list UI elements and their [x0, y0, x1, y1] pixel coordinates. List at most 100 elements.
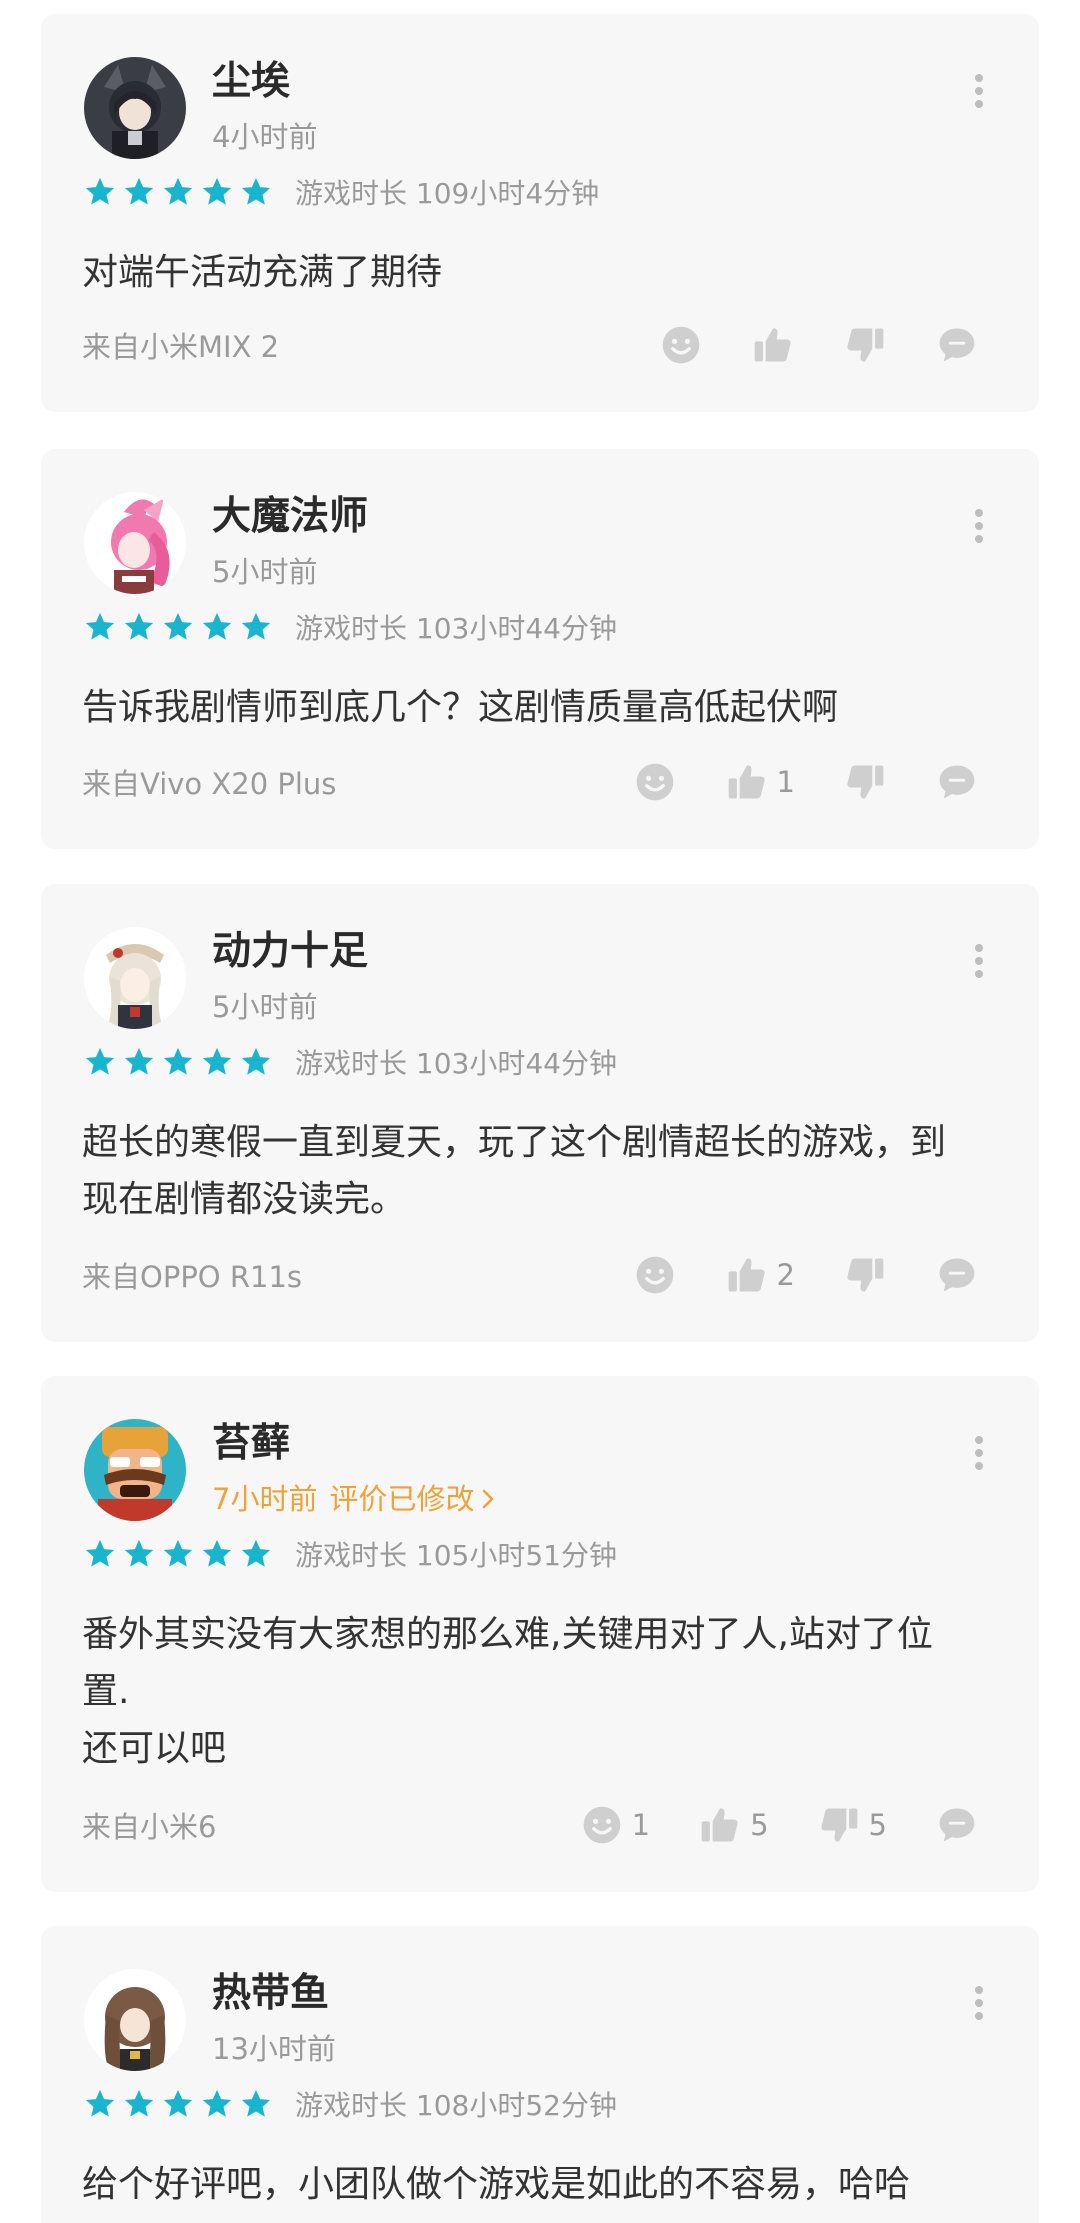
star-icon [124, 1539, 154, 1567]
rating-row: 游戏时长 103小时44分钟 [82, 1042, 617, 1082]
avatar[interactable] [84, 492, 186, 594]
star-icon [241, 177, 271, 205]
dislike-button[interactable] [843, 323, 887, 367]
smiley-face-icon [636, 1256, 673, 1294]
playtime: 游戏时长 109小时4分钟 [295, 177, 600, 210]
review-footer: 来自OPPO R11s 2 [82, 1250, 979, 1300]
username[interactable]: 动力十足 [212, 929, 368, 976]
like-button[interactable]: 1 [725, 760, 795, 804]
star-rating [82, 175, 277, 209]
like-button[interactable]: 5 [698, 1803, 769, 1847]
dislike-button[interactable]: 5 [817, 1803, 887, 1847]
thumbs-down-icon [820, 1808, 857, 1842]
review-text[interactable]: 超长的寒假一直到夏天，玩了这个剧情超长的游戏，到现在剧情都没读完。 [82, 1114, 979, 1228]
timestamp[interactable]: 7小时前 评价已修改 [212, 1482, 496, 1517]
star-icon [124, 1047, 154, 1075]
more-vertical-icon[interactable] [964, 936, 994, 986]
star-icon [85, 1047, 115, 1075]
review-card: 苔藓 7小时前 评价已修改 游戏时长 105小时51分钟 番外其实没有大家想的那… [41, 1376, 1039, 1892]
smiley-face-icon [636, 763, 673, 801]
more-vertical-icon[interactable] [964, 66, 994, 116]
review-footer: 来自小米MIX 2 [82, 320, 979, 370]
username[interactable]: 热带鱼 [212, 1971, 329, 2018]
thumbs-up-icon [701, 1808, 738, 1842]
funny-button[interactable] [633, 1253, 677, 1297]
review-text[interactable]: 告诉我剧情师到底几个？这剧情质量高低起伏啊 [82, 679, 979, 736]
star-icon [241, 1047, 271, 1075]
dislike-button[interactable] [843, 1253, 887, 1297]
star-icon [85, 612, 115, 640]
rating-row: 游戏时长 103小时44分钟 [82, 607, 617, 647]
star-icon [241, 1539, 271, 1567]
more-vertical-icon[interactable] [964, 1978, 994, 2028]
funny-button[interactable] [659, 323, 703, 367]
review-card: 尘埃 4小时前 游戏时长 109小时4分钟 对端午活动充满了期待 来自小米MIX… [41, 14, 1039, 412]
star-icon [163, 177, 193, 205]
reply-button[interactable] [935, 1253, 979, 1297]
edited-label: 评价已修改 [329, 1482, 475, 1516]
star-icon [124, 612, 154, 640]
time-text: 13小时前 [212, 2032, 336, 2066]
more-vertical-icon[interactable] [964, 1428, 994, 1478]
star-icon [124, 177, 154, 205]
reply-button[interactable] [935, 760, 979, 804]
review-actions: 2 [585, 1253, 979, 1297]
username[interactable]: 大魔法师 [212, 494, 368, 541]
chevron-right-icon [483, 1490, 494, 1509]
thumbs-down-icon [847, 765, 884, 799]
dislike-button[interactable] [843, 760, 887, 804]
star-icon [163, 1047, 193, 1075]
like-count: 2 [776, 1258, 795, 1292]
reply-button[interactable] [935, 1803, 979, 1847]
star-icon [202, 2089, 232, 2117]
star-rating [82, 1045, 277, 1079]
review-text[interactable]: 对端午活动充满了期待 [82, 244, 979, 301]
time-text: 5小时前 [212, 555, 318, 589]
comment-bubble-icon [939, 1258, 975, 1292]
star-icon [241, 612, 271, 640]
review-footer: 来自小米6 1 5 5 [82, 1800, 979, 1850]
review-footer: 来自Vivo X20 Plus 1 [82, 757, 979, 807]
thumbs-up-icon [728, 1258, 765, 1292]
comment-bubble-icon [939, 328, 975, 362]
avatar[interactable] [84, 927, 186, 1029]
timestamp: 4小时前 [212, 120, 317, 155]
playtime: 游戏时长 108小时52分钟 [295, 2089, 617, 2122]
username[interactable]: 尘埃 [212, 59, 290, 106]
timestamp: 5小时前 [212, 990, 317, 1025]
comment-bubble-icon [939, 765, 975, 799]
thumbs-up-icon [728, 765, 765, 799]
rating-row: 游戏时长 108小时52分钟 [82, 2084, 617, 2124]
playtime: 游戏时长 105小时51分钟 [295, 1539, 617, 1572]
like-button[interactable] [751, 323, 795, 367]
star-icon [202, 1047, 232, 1075]
avatar[interactable] [84, 57, 186, 159]
like-button[interactable]: 2 [725, 1253, 795, 1297]
dislike-count: 5 [868, 1808, 887, 1842]
smiley-face-icon [662, 326, 700, 364]
device-label: 来自小米MIX 2 [82, 330, 280, 364]
time-text: 5小时前 [212, 990, 318, 1024]
star-rating [82, 610, 277, 644]
comment-bubble-icon [939, 1808, 975, 1842]
rating-row: 游戏时长 109小时4分钟 [82, 172, 599, 212]
playtime: 游戏时长 103小时44分钟 [295, 1047, 617, 1080]
time-text: 4小时前 [212, 120, 318, 154]
more-vertical-icon[interactable] [964, 501, 994, 551]
time-text: 7小时前 [212, 1482, 318, 1516]
avatar[interactable] [84, 1419, 186, 1521]
username[interactable]: 苔藓 [212, 1421, 290, 1468]
avatar[interactable] [84, 1969, 186, 2071]
reply-button[interactable] [935, 323, 979, 367]
review-text[interactable]: 番外其实没有大家想的那么难,关键用对了人,站对了位置. 还可以吧 [82, 1606, 979, 1777]
review-actions [611, 323, 979, 367]
funny-button[interactable]: 1 [580, 1803, 650, 1847]
funny-count: 1 [631, 1808, 651, 1842]
edited-link[interactable]: 评价已修改 [329, 1482, 496, 1517]
funny-button[interactable] [633, 760, 677, 804]
review-card: 动力十足 5小时前 游戏时长 103小时44分钟 超长的寒假一直到夏天，玩了这个… [41, 884, 1039, 1342]
device-label: 来自Vivo X20 Plus [82, 767, 337, 801]
review-text[interactable]: 给个好评吧，小团队做个游戏是如此的不容易，哈哈 [82, 2156, 979, 2213]
star-icon [202, 1539, 232, 1567]
star-icon [202, 612, 232, 640]
